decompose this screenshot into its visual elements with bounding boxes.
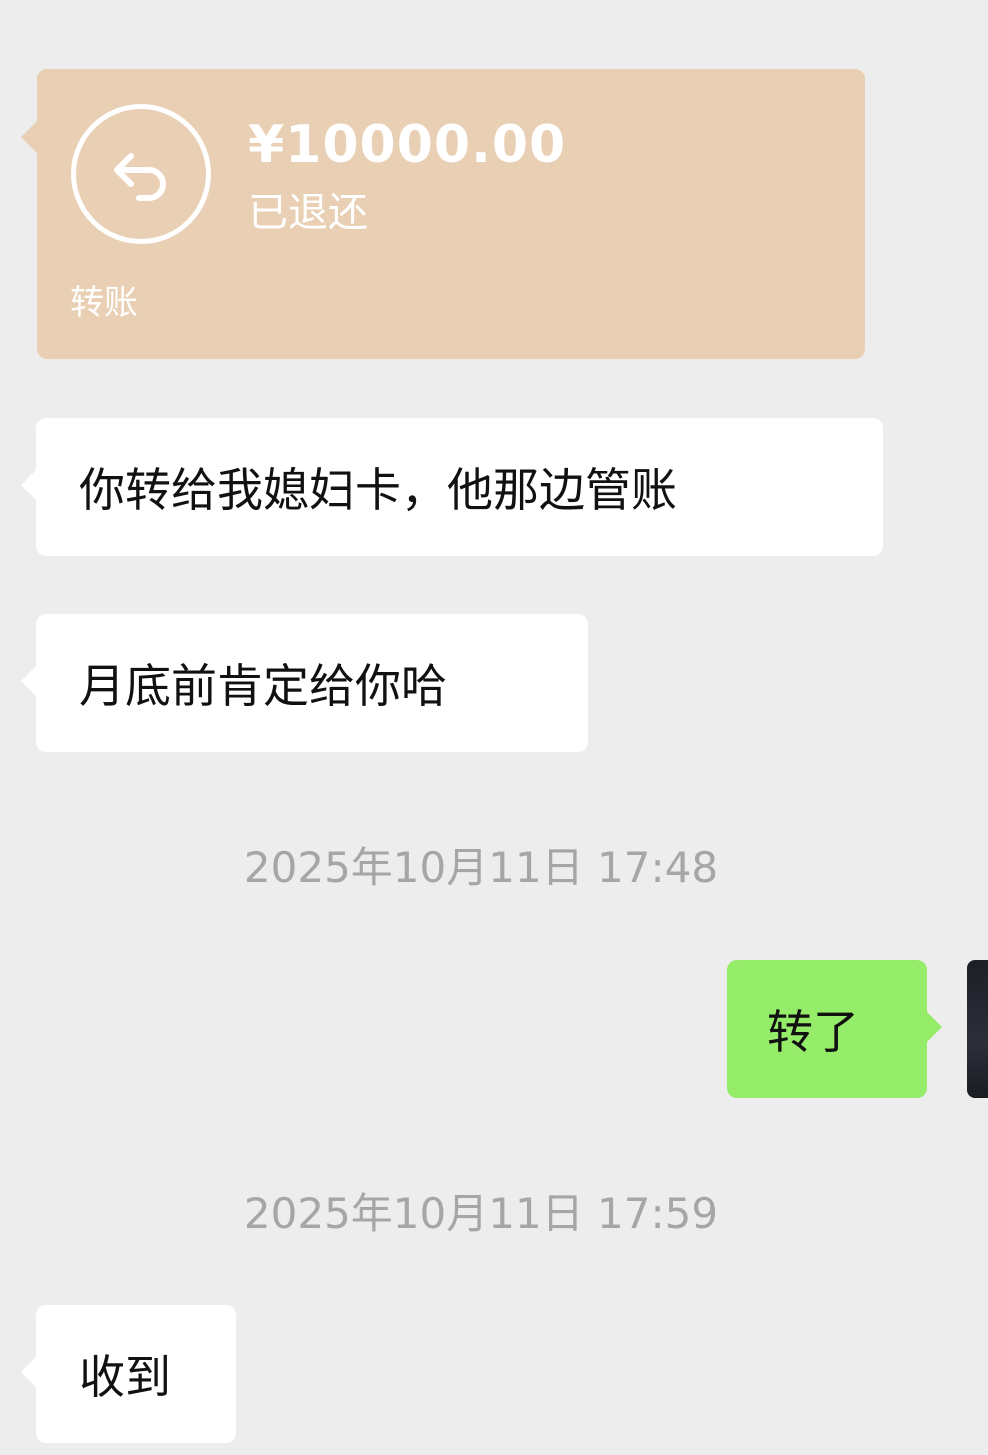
transfer-card[interactable]: ¥10000.00 已退还 转账 xyxy=(21,69,865,359)
message-bubble-outgoing[interactable]: 转了 xyxy=(727,960,942,1098)
transfer-label: 转账 xyxy=(70,283,138,323)
message-timestamp: 2025年10月11日 17:48 xyxy=(243,843,719,892)
message-text: 月底前肯定给你哈 xyxy=(79,659,447,713)
chat-conversation: ¥10000.00 已退还 转账 你转给我媳妇卡，他那边管账 月底前肯定给你哈 … xyxy=(0,0,988,1455)
message-text: 收到 xyxy=(79,1350,171,1404)
message-timestamp: 2025年10月11日 17:59 xyxy=(243,1189,719,1238)
refund-return-icon xyxy=(71,104,211,244)
message-text: 你转给我媳妇卡，他那边管账 xyxy=(79,463,677,517)
avatar[interactable] xyxy=(967,960,988,1098)
message-bubble-incoming[interactable]: 月底前肯定给你哈 xyxy=(21,614,588,752)
message-bubble-incoming[interactable]: 你转给我媳妇卡，他那边管账 xyxy=(21,418,883,556)
transfer-status: 已退还 xyxy=(248,190,368,236)
message-text: 转了 xyxy=(767,1005,859,1059)
message-bubble-incoming[interactable]: 收到 xyxy=(21,1305,236,1443)
transfer-amount: ¥10000.00 xyxy=(248,115,567,175)
